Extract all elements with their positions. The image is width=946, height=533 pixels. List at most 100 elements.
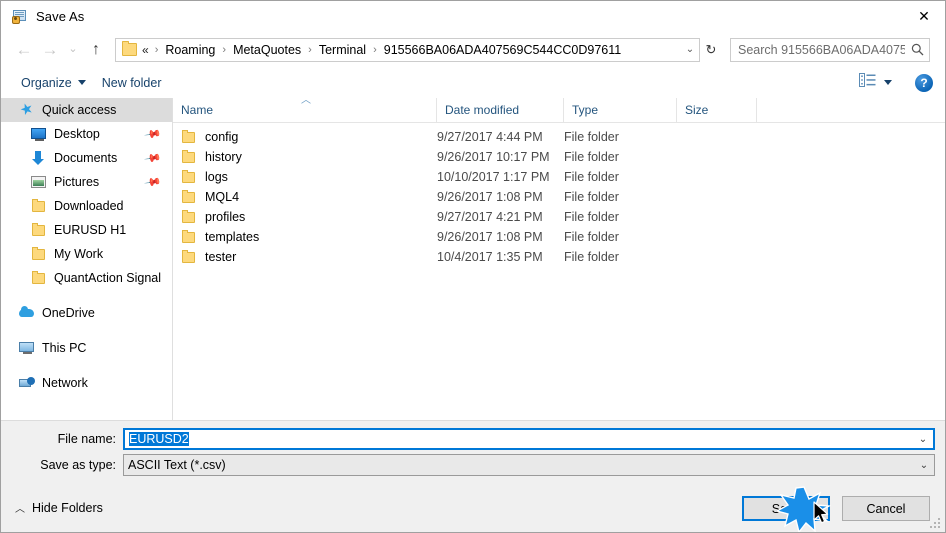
refresh-icon[interactable]: ↻ bbox=[700, 42, 722, 58]
hide-folders-button[interactable]: ︿ Hide Folders bbox=[15, 500, 103, 516]
chevron-down-icon[interactable]: ⌄ bbox=[681, 44, 699, 55]
sidebar-item-pictures[interactable]: Pictures 📌 bbox=[1, 170, 172, 194]
cancel-button[interactable]: Cancel bbox=[842, 496, 930, 521]
file-name-cell: logs bbox=[173, 169, 437, 185]
folder-icon bbox=[181, 229, 197, 245]
pin-icon[interactable]: 📌 bbox=[144, 173, 163, 192]
breadcrumb-separator: › bbox=[154, 43, 159, 56]
column-label: Type bbox=[572, 103, 599, 117]
breadcrumb-item-terminal-id[interactable]: 915566BA06ADA407569C544CC0D97611 bbox=[383, 43, 622, 57]
search-box[interactable]: Search 915566BA06ADA40756... bbox=[730, 37, 930, 62]
file-date: 9/26/2017 1:08 PM bbox=[437, 190, 543, 204]
breadcrumb-item-roaming[interactable]: Roaming bbox=[164, 43, 216, 57]
file-list-pane: ︿ Name Date modified Type Size config 9/… bbox=[173, 98, 945, 420]
sidebar-item-onedrive[interactable]: OneDrive bbox=[1, 301, 172, 325]
table-row[interactable]: config 9/27/2017 4:44 PM File folder bbox=[173, 127, 945, 147]
file-name-cell: profiles bbox=[173, 209, 437, 225]
folder-icon bbox=[181, 189, 197, 205]
sidebar-item-quantaction-signal[interactable]: QuantAction Signal bbox=[1, 266, 172, 290]
file-name-cell: MQL4 bbox=[173, 189, 437, 205]
breadcrumb-separator: › bbox=[308, 43, 312, 56]
chevron-down-icon[interactable]: ⌄ bbox=[914, 460, 934, 471]
search-input[interactable]: Search 915566BA06ADA40756... bbox=[738, 43, 905, 57]
table-row[interactable]: templates 9/26/2017 1:08 PM File folder bbox=[173, 227, 945, 247]
table-row[interactable]: profiles 9/27/2017 4:21 PM File folder bbox=[173, 207, 945, 227]
folder-icon bbox=[181, 249, 197, 265]
up-button[interactable]: ↑ bbox=[83, 37, 109, 63]
table-row[interactable]: MQL4 9/26/2017 1:08 PM File folder bbox=[173, 187, 945, 207]
documents-icon bbox=[31, 150, 47, 166]
desktop-icon bbox=[31, 126, 47, 142]
back-button[interactable]: ← bbox=[11, 37, 37, 63]
file-name: templates bbox=[205, 230, 260, 244]
column-label: Size bbox=[685, 103, 709, 117]
address-bar[interactable]: « › Roaming › MetaQuotes › Terminal › 91… bbox=[115, 37, 700, 62]
save-as-type-select[interactable]: ASCII Text (*.csv) ⌄ bbox=[123, 454, 935, 476]
file-name-value[interactable]: EURUSD2 bbox=[125, 432, 913, 446]
file-type: File folder bbox=[564, 190, 619, 204]
pictures-icon bbox=[31, 174, 47, 190]
chevron-down-icon bbox=[77, 80, 86, 85]
sidebar-item-eurusd-h1[interactable]: EURUSD H1 bbox=[1, 218, 172, 242]
recent-locations-button[interactable]: ⌄ bbox=[63, 37, 83, 63]
breadcrumb-item-metaquotes[interactable]: MetaQuotes bbox=[232, 43, 302, 57]
save-as-type-value: ASCII Text (*.csv) bbox=[128, 458, 226, 472]
dialog-footer: ︿ Hide Folders Save Cancel bbox=[1, 489, 945, 532]
sort-ascending-icon: ︿ bbox=[301, 98, 311, 106]
sidebar-item-desktop[interactable]: Desktop 📌 bbox=[1, 122, 172, 146]
column-header-date-modified[interactable]: Date modified bbox=[437, 98, 564, 122]
folder-icon bbox=[181, 129, 197, 145]
navigation-pane: ★ Quick access Desktop 📌 Documents 📌 Pic… bbox=[1, 98, 173, 420]
sidebar-item-label: Downloaded bbox=[54, 199, 124, 213]
column-header-type[interactable]: Type bbox=[564, 98, 677, 122]
file-name: tester bbox=[205, 250, 237, 264]
pin-icon[interactable]: 📌 bbox=[144, 125, 163, 144]
close-icon[interactable]: ✕ bbox=[901, 1, 945, 31]
table-row[interactable]: logs 10/10/2017 1:17 PM File folder bbox=[173, 167, 945, 187]
star-icon: ★ bbox=[17, 99, 37, 120]
hide-folders-label: Hide Folders bbox=[32, 500, 103, 515]
file-name: profiles bbox=[205, 210, 246, 224]
search-icon[interactable] bbox=[905, 43, 929, 56]
sidebar-item-quick-access[interactable]: ★ Quick access bbox=[1, 98, 172, 122]
organize-button[interactable]: Organize bbox=[13, 72, 94, 94]
file-type-row: Save as type: ASCII Text (*.csv) ⌄ bbox=[1, 454, 935, 476]
new-folder-button[interactable]: New folder bbox=[94, 72, 170, 94]
sidebar-item-this-pc[interactable]: This PC bbox=[1, 336, 172, 360]
sidebar-item-documents[interactable]: Documents 📌 bbox=[1, 146, 172, 170]
file-date: 9/27/2017 4:44 PM bbox=[437, 130, 543, 144]
sidebar-item-label: EURUSD H1 bbox=[54, 223, 127, 237]
folder-icon bbox=[31, 198, 47, 214]
file-name-cell: tester bbox=[173, 249, 437, 265]
column-label: Name bbox=[181, 103, 214, 117]
column-headers: ︿ Name Date modified Type Size bbox=[173, 98, 945, 123]
save-button[interactable]: Save bbox=[742, 496, 830, 521]
file-name-field[interactable]: EURUSD2 ⌄ bbox=[123, 428, 935, 450]
column-header-size[interactable]: Size bbox=[677, 98, 757, 122]
breadcrumb-overflow[interactable]: « bbox=[142, 43, 151, 57]
table-row[interactable]: history 9/26/2017 10:17 PM File folder bbox=[173, 147, 945, 167]
save-as-icon bbox=[11, 9, 27, 25]
folder-icon bbox=[31, 270, 47, 286]
navigation-bar: ← → ⌄ ↑ « › Roaming › MetaQuotes › Termi… bbox=[1, 32, 945, 67]
file-type: File folder bbox=[564, 150, 619, 164]
resize-grip[interactable] bbox=[930, 518, 942, 530]
sidebar-divider bbox=[1, 325, 172, 336]
column-header-name[interactable]: ︿ Name bbox=[173, 98, 437, 122]
forward-button[interactable]: → bbox=[37, 37, 63, 63]
file-name-cell: templates bbox=[173, 229, 437, 245]
new-folder-label: New folder bbox=[101, 75, 162, 90]
sidebar-item-downloaded[interactable]: Downloaded bbox=[1, 194, 172, 218]
pin-icon[interactable]: 📌 bbox=[144, 149, 163, 168]
help-icon[interactable]: ? bbox=[915, 73, 933, 92]
sidebar-item-network[interactable]: Network bbox=[1, 371, 172, 395]
table-row[interactable]: tester 10/4/2017 1:35 PM File folder bbox=[173, 247, 945, 267]
sidebar-item-label: Network bbox=[42, 376, 88, 390]
view-mode-button[interactable] bbox=[854, 70, 897, 95]
sidebar-item-my-work[interactable]: My Work bbox=[1, 242, 172, 266]
save-as-dialog: Save As ✕ ← → ⌄ ↑ « › Roaming › MetaQuot… bbox=[0, 0, 946, 533]
file-name-row: File name: EURUSD2 ⌄ bbox=[1, 428, 935, 450]
breadcrumb-item-terminal[interactable]: Terminal bbox=[318, 43, 367, 57]
view-mode-icon bbox=[859, 73, 876, 92]
chevron-down-icon[interactable]: ⌄ bbox=[913, 434, 933, 445]
